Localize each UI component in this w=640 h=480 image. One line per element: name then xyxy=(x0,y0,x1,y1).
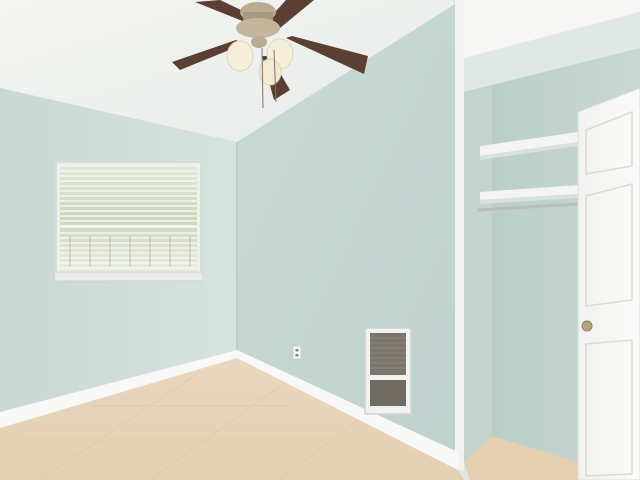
closet-door-icon xyxy=(577,87,640,480)
door-knob-icon xyxy=(581,320,593,332)
window-blinds-icon xyxy=(53,161,204,282)
wall-heater-vent-icon xyxy=(364,327,412,415)
electrical-outlet-icon xyxy=(292,345,302,360)
room-illustration xyxy=(0,0,640,480)
closet-frame xyxy=(455,0,464,470)
room-photo xyxy=(0,0,640,480)
